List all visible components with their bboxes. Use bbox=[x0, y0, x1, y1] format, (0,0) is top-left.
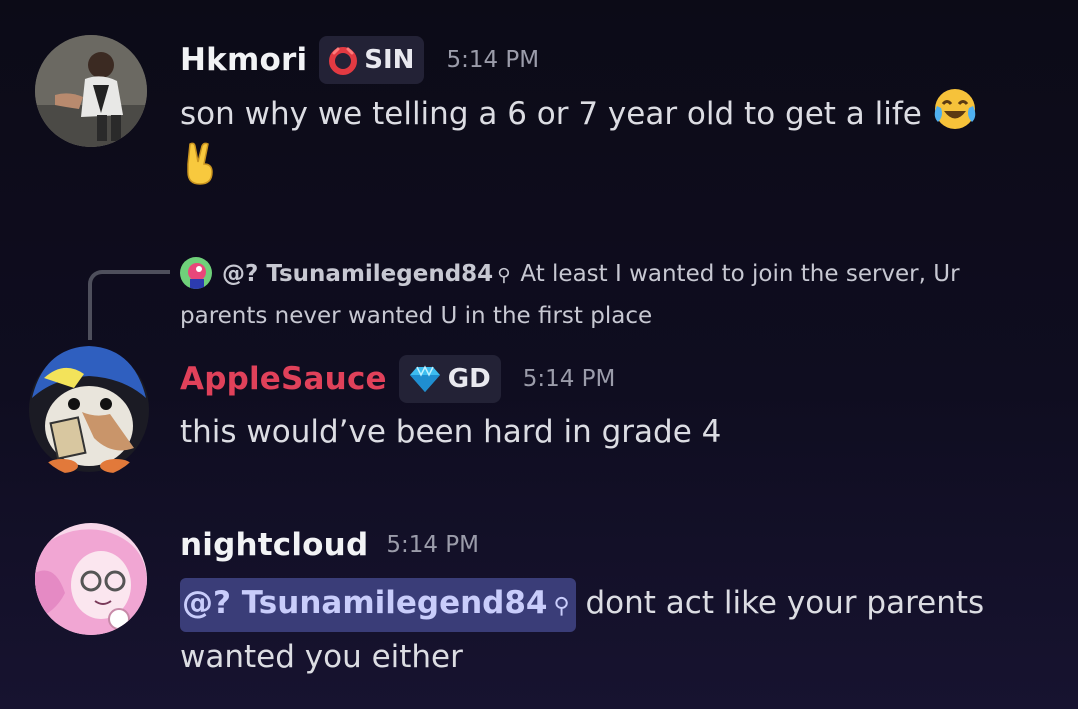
server-tag-label: SIN bbox=[364, 45, 415, 75]
server-tag[interactable]: GD bbox=[398, 355, 501, 403]
key-icon: ⚲ bbox=[553, 594, 570, 619]
message-content-line2 bbox=[180, 140, 220, 203]
username[interactable]: AppleSauce bbox=[180, 361, 387, 397]
timestamp: 5:14 PM bbox=[386, 532, 480, 558]
message-text-line2: wanted you either bbox=[180, 639, 463, 675]
server-tag-label: GD bbox=[447, 364, 491, 394]
avatar-applesauce[interactable] bbox=[24, 338, 154, 478]
red-ring-icon bbox=[328, 45, 358, 75]
username[interactable]: nightcloud bbox=[180, 527, 368, 563]
victory-hand-emoji-icon bbox=[180, 140, 220, 203]
reply-preview[interactable]: @? Tsunamilegend84 ⚲ At least I wanted to … bbox=[180, 254, 1040, 337]
avatar-nightcloud[interactable] bbox=[35, 523, 147, 635]
reply-connector bbox=[88, 270, 170, 340]
diamond-icon bbox=[408, 365, 442, 393]
message-content: son why we telling a 6 or 7 year old to … bbox=[180, 86, 978, 149]
user-mention[interactable]: @? Tsunamilegend84 ⚲ bbox=[180, 578, 576, 632]
message-text: son why we telling a 6 or 7 year old to … bbox=[180, 96, 922, 132]
reply-avatar bbox=[180, 257, 212, 289]
joy-emoji-icon bbox=[932, 86, 978, 149]
username[interactable]: Hkmori bbox=[180, 42, 307, 78]
server-tag[interactable]: SIN bbox=[319, 36, 425, 84]
message-text: this would’ve been hard in grade 4 bbox=[180, 414, 722, 450]
key-icon: ⚲ bbox=[497, 265, 511, 286]
mention-text: @? Tsunamilegend84 bbox=[182, 585, 548, 621]
reply-mention: @? Tsunamilegend84 bbox=[222, 261, 494, 287]
message-text: dont act like your parents bbox=[585, 585, 985, 621]
timestamp: 5:14 PM bbox=[522, 366, 616, 392]
avatar-hkmori[interactable] bbox=[35, 35, 147, 147]
message-content: @? Tsunamilegend84 ⚲ dont act like your p… bbox=[180, 576, 984, 632]
timestamp: 5:14 PM bbox=[446, 47, 540, 73]
